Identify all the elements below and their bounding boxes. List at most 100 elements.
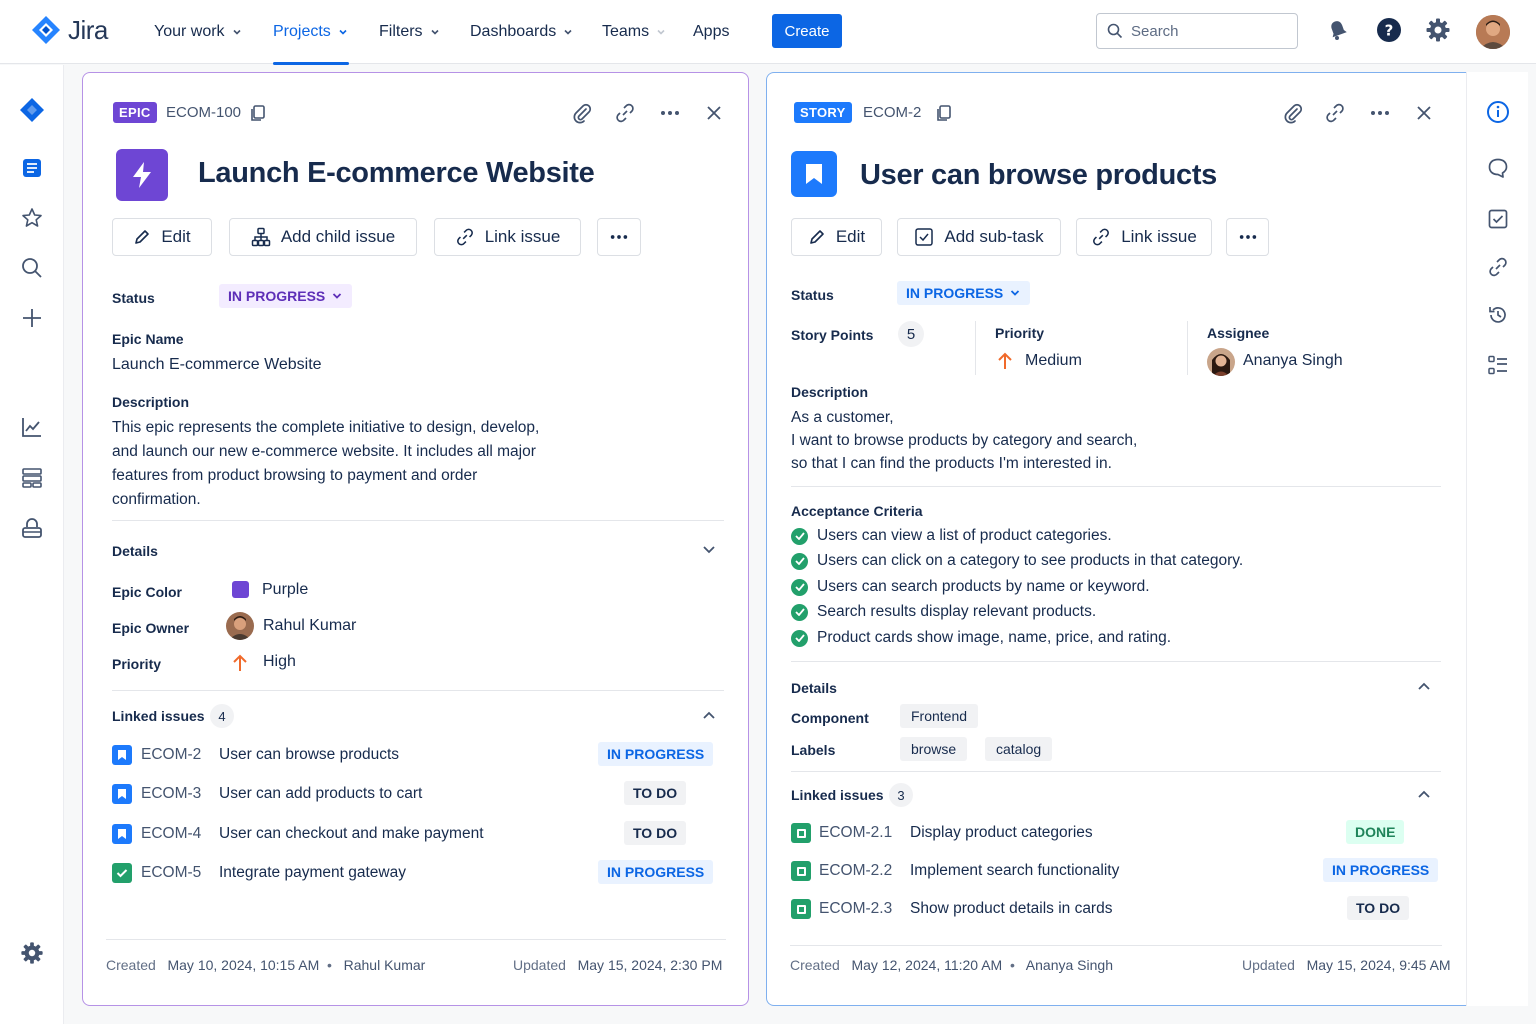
story-points-value[interactable]: 5	[898, 321, 924, 347]
create-button[interactable]: Create	[772, 14, 842, 48]
chevron-down-icon[interactable]	[697, 537, 721, 561]
nav-dashboards[interactable]: Dashboards	[470, 0, 574, 64]
linked-issue-summary[interactable]: User can add products to cart	[219, 785, 422, 803]
star-icon[interactable]	[19, 205, 45, 231]
linked-issue-summary[interactable]: User can browse products	[219, 746, 399, 764]
creator-name: Rahul Kumar	[343, 957, 426, 973]
close-icon[interactable]	[1412, 101, 1436, 125]
status-badge[interactable]: TO DO	[624, 781, 687, 805]
assignee-value[interactable]: Ananya Singh	[1243, 352, 1343, 370]
linked-issue-summary[interactable]: Integrate payment gateway	[219, 864, 406, 882]
nav-apps[interactable]: Apps	[693, 0, 729, 64]
archive-icon[interactable]	[19, 516, 45, 542]
help-icon[interactable]: ?	[1375, 16, 1403, 44]
epic-owner-value[interactable]: Rahul Kumar	[263, 617, 356, 635]
components-icon[interactable]	[19, 465, 45, 491]
link-issue-button[interactable]: Link issue	[434, 218, 581, 256]
linked-issue-key[interactable]: ECOM-2	[141, 746, 201, 764]
label-chip[interactable]: catalog	[985, 737, 1053, 761]
epic-color-value[interactable]: Purple	[262, 581, 308, 599]
settings-icon[interactable]	[19, 940, 45, 966]
priority-value[interactable]: Medium	[1025, 352, 1082, 370]
jira-logo[interactable]: Jira	[30, 14, 108, 46]
status-badge[interactable]: IN PROGRESS	[598, 860, 714, 884]
more-icon[interactable]	[1368, 101, 1392, 125]
issue-key[interactable]: ECOM-2	[863, 104, 921, 121]
linked-issue-key[interactable]: ECOM-3	[141, 785, 201, 803]
user-avatar[interactable]	[1476, 15, 1510, 49]
add-subtask-button[interactable]: Add sub-task	[897, 218, 1061, 256]
created-date: May 12, 2024, 11:20 AM	[851, 957, 1003, 973]
more-actions-button[interactable]	[1226, 218, 1269, 256]
priority-value[interactable]: High	[263, 653, 296, 671]
nav-projects[interactable]: Projects	[273, 0, 349, 65]
status-label: Status	[112, 290, 155, 306]
epic-name-value[interactable]: Launch E-commerce Website	[112, 356, 322, 374]
linked-issue-key[interactable]: ECOM-4	[141, 825, 201, 843]
issue-title[interactable]: User can browse products	[860, 159, 1217, 192]
chevron-up-icon[interactable]	[1412, 783, 1436, 807]
subtask-icon	[791, 899, 811, 919]
epic-icon	[116, 149, 168, 201]
issue-title[interactable]: Launch E-commerce Website	[198, 157, 595, 190]
search-icon[interactable]	[19, 255, 45, 281]
search-input[interactable]	[1131, 22, 1281, 40]
description-text[interactable]: This epic represents the complete initia…	[112, 416, 582, 512]
close-icon[interactable]	[702, 101, 726, 125]
link-issue-button[interactable]: Link issue	[1076, 218, 1212, 256]
history-icon[interactable]	[1485, 302, 1511, 328]
checklist-icon[interactable]	[1485, 206, 1511, 232]
comment-icon[interactable]	[1485, 155, 1511, 181]
linked-issue-key[interactable]: ECOM-2.1	[819, 824, 892, 842]
status-badge[interactable]: TO DO	[1347, 896, 1410, 920]
linked-issue-summary[interactable]: Implement search functionality	[910, 862, 1119, 880]
chevron-up-icon[interactable]	[697, 704, 721, 728]
info-icon[interactable]	[1485, 99, 1511, 125]
status-dropdown[interactable]: IN PROGRESS	[219, 284, 353, 308]
notification-icon[interactable]	[1324, 16, 1352, 44]
link-icon[interactable]	[1323, 101, 1347, 125]
add-subtask-label: Add sub-task	[944, 227, 1044, 246]
chevron-up-icon[interactable]	[1412, 675, 1436, 699]
list-icon[interactable]	[1485, 352, 1511, 378]
status-dropdown[interactable]: IN PROGRESS	[897, 281, 1031, 305]
reports-icon[interactable]	[19, 414, 45, 440]
linked-issue-key[interactable]: ECOM-2.2	[819, 862, 892, 880]
edit-button[interactable]: Edit	[791, 218, 882, 256]
linked-issue-key[interactable]: ECOM-5	[141, 864, 201, 882]
criterion-text: Product cards show image, name, price, a…	[817, 629, 1172, 646]
nav-your-work[interactable]: Your work	[154, 0, 243, 64]
copy-icon[interactable]	[932, 101, 956, 125]
settings-icon[interactable]	[1424, 16, 1452, 44]
backlog-icon[interactable]	[19, 155, 45, 181]
link-icon[interactable]	[613, 101, 637, 125]
project-icon[interactable]	[19, 97, 45, 123]
attachment-icon[interactable]	[1281, 101, 1305, 125]
link-icon[interactable]	[1485, 254, 1511, 280]
linked-issue-summary[interactable]: User can checkout and make payment	[219, 825, 484, 843]
component-chip[interactable]: Frontend	[900, 704, 979, 728]
add-child-issue-button[interactable]: Add child issue	[229, 218, 417, 256]
status-badge[interactable]: DONE	[1346, 820, 1405, 844]
status-badge[interactable]: IN PROGRESS	[598, 742, 714, 766]
add-child-issue-label: Add child issue	[280, 227, 396, 246]
more-icon[interactable]	[658, 101, 682, 125]
status-badge[interactable]: TO DO	[624, 821, 687, 845]
copy-icon[interactable]	[246, 101, 270, 125]
nav-filters[interactable]: Filters	[379, 0, 441, 64]
linked-issue-summary[interactable]: Show product details in cards	[910, 900, 1112, 918]
status-badge[interactable]: IN PROGRESS	[1323, 858, 1439, 882]
more-actions-button[interactable]	[597, 218, 641, 256]
description-text[interactable]: As a customer, I want to browse products…	[791, 406, 1291, 475]
attachment-icon[interactable]	[570, 101, 594, 125]
linked-issue-summary[interactable]: Display product categories	[910, 824, 1093, 842]
plus-icon[interactable]	[19, 305, 45, 331]
issue-key[interactable]: ECOM-100	[166, 104, 241, 121]
edit-button[interactable]: Edit	[112, 218, 212, 256]
nav-teams[interactable]: Teams	[602, 0, 667, 64]
label-chip[interactable]: browse	[900, 737, 968, 761]
nav-teams-label: Teams	[602, 23, 650, 40]
linked-issue-key[interactable]: ECOM-2.3	[819, 900, 892, 918]
search-box[interactable]	[1096, 13, 1298, 49]
pencil-icon	[135, 230, 150, 244]
